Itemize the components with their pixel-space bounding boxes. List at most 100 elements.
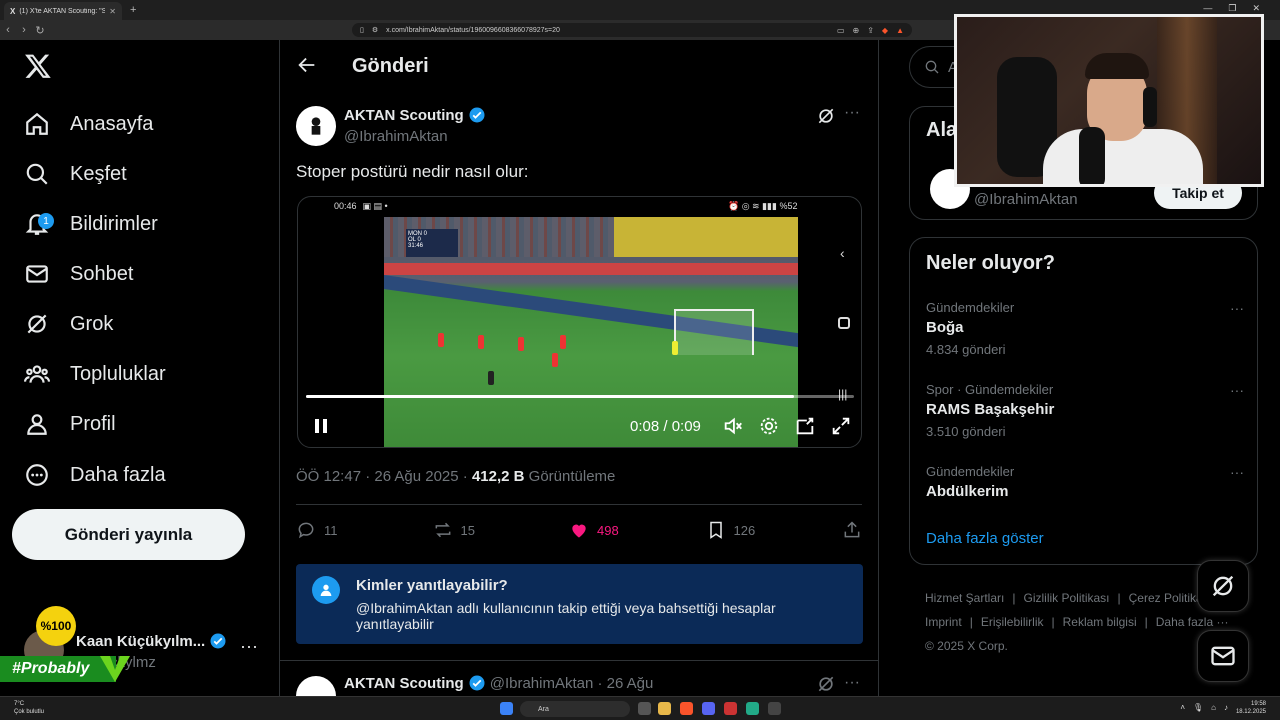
trend-item[interactable]: Spor · Gündemdekiler RAMS Başakşehir 3.5… bbox=[926, 382, 1246, 439]
post-more-icon[interactable]: ··· bbox=[844, 104, 860, 122]
app-icon[interactable] bbox=[768, 702, 781, 715]
footer-link[interactable]: Daha fazla ··· bbox=[1156, 615, 1229, 629]
messages-fab-button[interactable] bbox=[1197, 630, 1249, 682]
tray-expand-icon[interactable]: ˄ bbox=[1180, 703, 1185, 712]
brave-shield-icon[interactable]: ◆ bbox=[882, 26, 888, 35]
post-button[interactable]: Gönderi yayınla bbox=[12, 509, 245, 560]
phone-battery: %52 bbox=[779, 201, 798, 211]
file-explorer-icon[interactable] bbox=[658, 702, 671, 715]
microphone-tray-icon[interactable]: 🎙 bbox=[1193, 703, 1203, 712]
mute-icon[interactable] bbox=[722, 415, 744, 437]
author-avatar[interactable] bbox=[296, 106, 336, 146]
network-icon[interactable]: ⌂ bbox=[1211, 703, 1216, 712]
grok-icon[interactable] bbox=[816, 674, 836, 694]
author-handle[interactable]: @IbrahimAktan bbox=[344, 128, 448, 145]
nav-home[interactable]: Anasayfa bbox=[24, 104, 153, 144]
video-progress-bar[interactable] bbox=[306, 395, 854, 398]
repost-button[interactable]: 15 bbox=[433, 520, 513, 540]
post-timestamp[interactable]: ÖÖ 12:47 · 26 Ağu 2025 · bbox=[296, 468, 472, 485]
site-info-icon[interactable]: ⚙ bbox=[372, 26, 378, 34]
bookmark-icon[interactable]: ▯ bbox=[360, 26, 364, 34]
nav-notifications[interactable]: 1 Bildirimler bbox=[24, 204, 158, 244]
taskbar-search[interactable]: Ara bbox=[520, 701, 630, 717]
video-player[interactable]: 00:46 ▣ ▤ • ⏰ ◎ ≋ ▮▮▮ %52 MON 0 OL 0 31:… bbox=[297, 196, 862, 448]
player bbox=[518, 337, 524, 351]
nav-notifications-label: Bildirimler bbox=[70, 212, 158, 235]
grok-icon[interactable] bbox=[816, 106, 836, 126]
volume-icon[interactable]: ♪ bbox=[1224, 703, 1228, 712]
nav-explore[interactable]: Keşfet bbox=[24, 154, 127, 194]
footer-link[interactable]: Reklam bilgisi bbox=[1063, 615, 1137, 629]
home-icon bbox=[26, 112, 48, 135]
trend-more-icon[interactable]: ··· bbox=[1230, 382, 1244, 398]
settings-icon[interactable] bbox=[758, 415, 780, 437]
pause-icon[interactable] bbox=[312, 417, 330, 435]
next-author-handle: @IbrahimAktan · 26 Ağu bbox=[489, 674, 654, 692]
close-window-button[interactable]: ✕ bbox=[1252, 3, 1260, 14]
bookmark-button[interactable]: 126 bbox=[706, 520, 786, 540]
task-view-icon[interactable] bbox=[638, 702, 651, 715]
app-icon[interactable] bbox=[724, 702, 737, 715]
trend-more-icon[interactable]: ··· bbox=[1230, 300, 1244, 316]
share-button[interactable] bbox=[842, 520, 862, 540]
brave-browser-icon[interactable] bbox=[680, 702, 693, 715]
taskbar-search-text: Ara bbox=[538, 705, 549, 713]
scoreboard: MON 0 OL 0 31:46 bbox=[406, 229, 458, 257]
tab-close-icon[interactable]: ✕ bbox=[109, 7, 116, 16]
nav-explore-label: Keşfet bbox=[70, 162, 127, 185]
account-more-icon[interactable]: ··· bbox=[240, 636, 258, 657]
new-tab-button[interactable]: + bbox=[130, 4, 136, 16]
nav-grok[interactable]: Grok bbox=[24, 304, 113, 344]
profile-icon bbox=[27, 414, 47, 435]
phone-signal-icons: ⏰ ◎ ≋ ▮▮▮ bbox=[728, 201, 780, 211]
taskbar-clock[interactable]: 19:58 18.12.2025 bbox=[1236, 700, 1266, 716]
like-button[interactable]: 498 bbox=[569, 520, 649, 540]
grok-fab-button[interactable] bbox=[1197, 560, 1249, 612]
scouting-logo-icon bbox=[311, 117, 321, 135]
reload-icon[interactable]: ↻ bbox=[32, 24, 48, 37]
trend-category: Gündemdekiler bbox=[926, 300, 1015, 315]
nav-more[interactable]: Daha fazla bbox=[24, 455, 166, 495]
zoom-icon[interactable]: ⊕ bbox=[853, 26, 860, 35]
nav-profile[interactable]: Profil bbox=[24, 404, 116, 444]
next-post[interactable]: AKTAN Scouting @IbrahimAktan · 26 Ağu ··… bbox=[296, 672, 864, 716]
maximize-button[interactable]: ❐ bbox=[1228, 3, 1236, 14]
footer-link[interactable]: Hizmet Şartları bbox=[925, 591, 1004, 605]
more-circle-icon bbox=[26, 464, 48, 486]
trend-item[interactable]: Gündemdekiler Boğa 4.834 gönderi ··· bbox=[926, 300, 1246, 357]
weather-widget[interactable]: 7°C Çok bulutlu bbox=[14, 700, 44, 716]
nav-chat[interactable]: Sohbet bbox=[24, 254, 133, 294]
nav-communities[interactable]: Topluluklar bbox=[24, 354, 166, 394]
url-field[interactable]: ▯ ⚙ x.com/IbrahimAktan/status/1960096608… bbox=[352, 23, 912, 37]
back-nav-icon[interactable]: ‹ bbox=[0, 24, 16, 36]
footer-link[interactable]: Erişilebilirlik bbox=[981, 615, 1044, 629]
picture-in-picture-icon[interactable] bbox=[794, 415, 816, 437]
discord-icon[interactable] bbox=[702, 702, 715, 715]
suggested-handle[interactable]: @IbrahimAktan bbox=[974, 191, 1078, 208]
browser-tab[interactable]: X (1) X'te AKTAN Scouting: "Stoper... ✕ bbox=[4, 2, 122, 20]
fullscreen-icon[interactable] bbox=[830, 415, 852, 437]
trend-item[interactable]: Gündemdekiler Abdülkerim ··· bbox=[926, 464, 1246, 500]
page-title: Gönderi bbox=[352, 55, 429, 77]
reply-button[interactable]: 11 bbox=[296, 520, 376, 540]
app-icon[interactable] bbox=[746, 702, 759, 715]
x-logo-icon[interactable] bbox=[24, 52, 52, 80]
trend-more-icon[interactable]: ··· bbox=[1230, 464, 1244, 480]
headset-icon bbox=[1143, 87, 1157, 127]
author-name-row[interactable]: AKTAN Scouting bbox=[344, 106, 486, 124]
forward-nav-icon[interactable]: › bbox=[16, 24, 32, 36]
start-icon[interactable] bbox=[500, 702, 513, 715]
post-more-icon[interactable]: ··· bbox=[844, 674, 860, 692]
back-arrow-icon[interactable] bbox=[296, 54, 318, 76]
score-home-goals: 0 bbox=[423, 231, 428, 237]
left-navigation: Anasayfa Keşfet 1 Bildirimler Sohbet Gro… bbox=[0, 40, 280, 696]
footer-link[interactable]: Gizlilik Politikası bbox=[1023, 591, 1109, 605]
share-icon[interactable]: ⇪ bbox=[867, 26, 874, 35]
show-more-link[interactable]: Daha fazla göster bbox=[926, 530, 1044, 547]
brave-rewards-icon[interactable]: ▲ bbox=[896, 26, 904, 35]
cast-icon[interactable]: ▭ bbox=[837, 26, 845, 35]
footer-link[interactable]: Imprint bbox=[925, 615, 962, 629]
webcam-overlay bbox=[954, 14, 1264, 187]
minimize-button[interactable]: — bbox=[1203, 3, 1212, 14]
video-frame: MON 0 OL 0 31:46 bbox=[384, 217, 798, 447]
